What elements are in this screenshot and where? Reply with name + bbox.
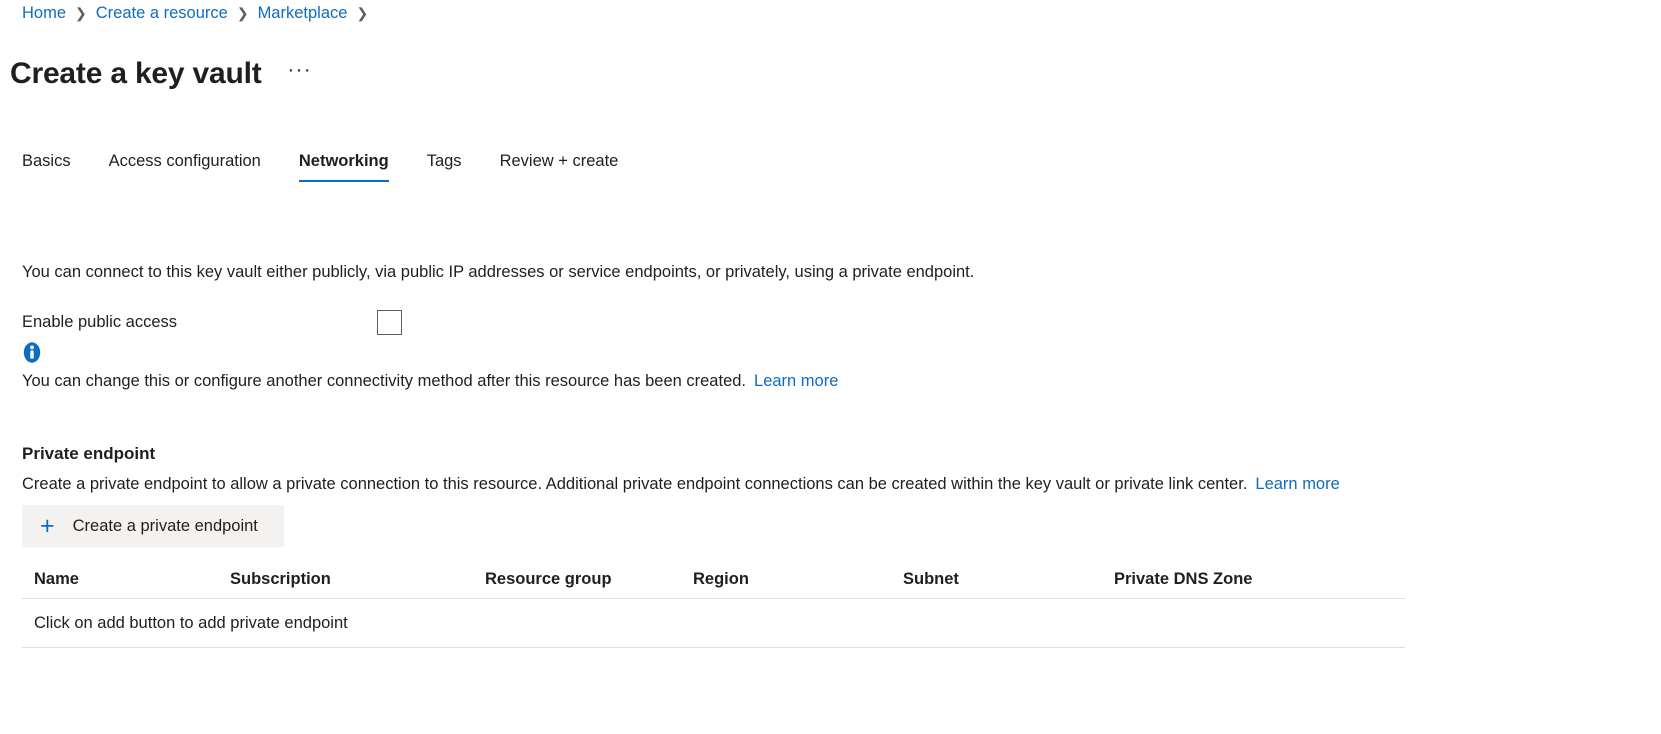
info-message: You can change this or configure another… [22,342,1022,393]
create-private-endpoint-label: Create a private endpoint [72,516,258,535]
info-learn-more-link[interactable]: Learn more [754,372,838,390]
enable-public-access-field: Enable public access [22,310,402,335]
private-endpoint-learn-more-link[interactable]: Learn more [1255,475,1339,493]
tab-review-create[interactable]: Review + create [500,152,619,182]
tab-access-configuration[interactable]: Access configuration [109,152,261,182]
column-header-subscription: Subscription [230,569,331,588]
private-endpoint-heading: Private endpoint [22,444,156,464]
private-endpoint-table: Name Subscription Resource group Region … [22,560,1405,648]
breadcrumb: Home ❯ Create a resource ❯ Marketplace ❯ [22,0,377,26]
info-message-body: You can change this or configure another… [22,369,1022,393]
private-endpoint-description: Create a private endpoint to allow a pri… [22,472,1340,496]
info-message-text: You can change this or configure another… [22,372,747,390]
column-header-region: Region [693,569,749,588]
tab-tags[interactable]: Tags [427,152,462,182]
table-header-row: Name Subscription Resource group Region … [22,560,1405,599]
breadcrumb-item-create-a-resource[interactable]: Create a resource [96,4,228,23]
breadcrumb-separator-icon: ❯ [236,4,249,21]
wizard-tabs: Basics Access configuration Networking T… [22,152,618,194]
enable-public-access-checkbox[interactable] [377,310,402,335]
networking-intro-text: You can connect to this key vault either… [22,262,975,281]
column-header-name: Name [34,569,79,588]
private-endpoint-description-text: Create a private endpoint to allow a pri… [22,475,1248,493]
enable-public-access-label: Enable public access [22,313,178,331]
page-header: Create a key vault ··· [10,36,312,112]
table-empty-message: Click on add button to add private endpo… [34,613,348,632]
create-private-endpoint-button[interactable]: + Create a private endpoint [22,505,284,547]
breadcrumb-separator-icon: ❯ [75,4,87,21]
table-empty-row: Click on add button to add private endpo… [22,599,1405,648]
column-header-private-dns-zone: Private DNS Zone [1114,569,1253,588]
breadcrumb-item-marketplace[interactable]: Marketplace [258,4,348,23]
column-header-subnet: Subnet [903,569,959,588]
breadcrumb-separator-icon: ❯ [356,4,369,21]
breadcrumb-item-home[interactable]: Home [22,4,66,23]
tab-basics[interactable]: Basics [22,152,71,182]
column-header-resource-group: Resource group [485,569,612,588]
info-icon [23,342,41,363]
more-options-icon[interactable]: ··· [288,59,312,82]
tab-networking[interactable]: Networking [298,152,389,182]
plus-icon: + [40,511,55,540]
page-title: Create a key vault [10,57,262,91]
